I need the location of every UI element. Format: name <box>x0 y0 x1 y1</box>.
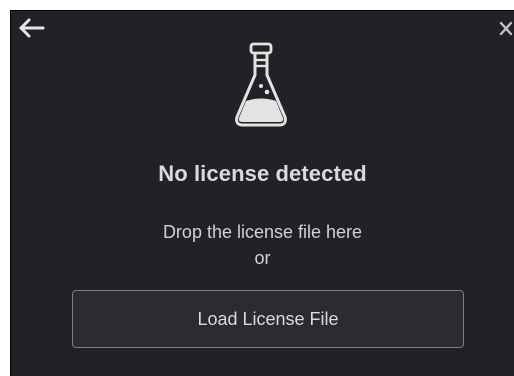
load-license-file-label: Load License File <box>197 308 339 329</box>
drop-hint-line: Drop the license file here <box>162 222 363 242</box>
close-button[interactable] <box>498 19 514 41</box>
drop-hint-or: or <box>254 248 271 268</box>
close-icon <box>499 21 513 36</box>
arrow-left-icon <box>19 18 45 38</box>
license-status-title: No license detected <box>158 161 367 186</box>
drop-hint: Drop the license file here or <box>11 219 514 271</box>
back-button[interactable] <box>15 15 49 41</box>
load-license-file-button[interactable]: Load License File <box>72 290 464 348</box>
flask-icon <box>235 42 287 127</box>
license-dialog: No license detected Drop the license fil… <box>10 10 514 376</box>
